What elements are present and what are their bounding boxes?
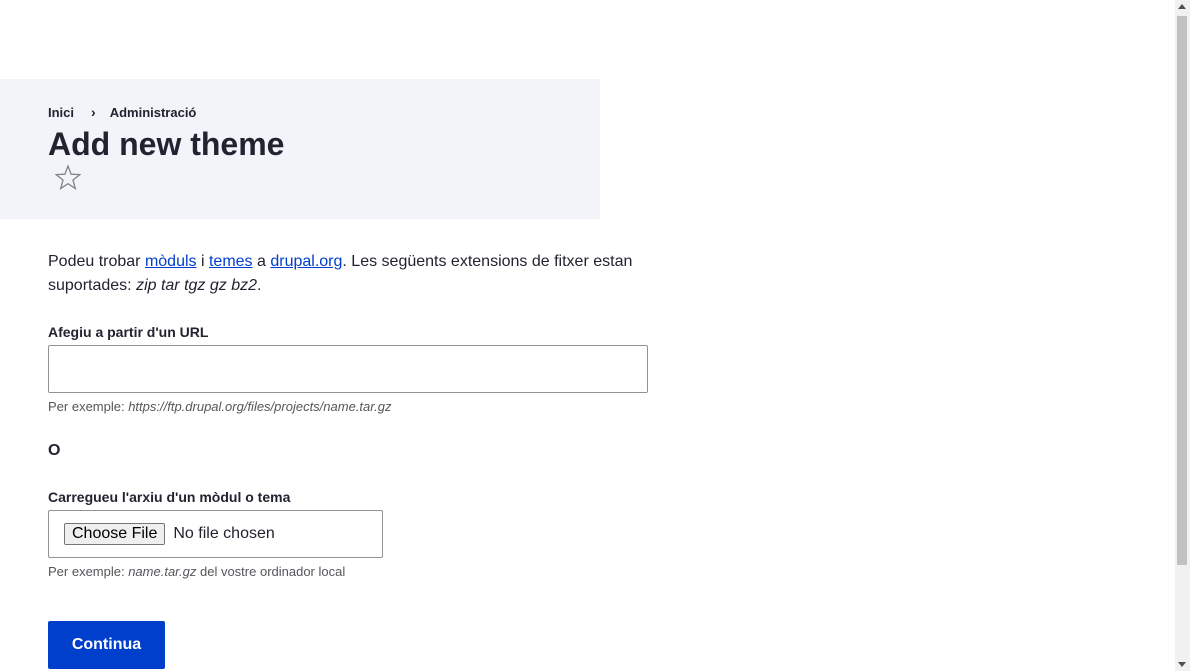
page-title: Add new theme	[48, 126, 285, 162]
continue-button[interactable]: Continua	[48, 621, 165, 669]
intro-text: Podeu trobar mòduls i temes a drupal.org…	[48, 250, 648, 298]
upload-field-label: Carregueu l'arxiu d'un mòdul o tema	[48, 489, 291, 505]
scroll-down-arrow-icon[interactable]	[1178, 662, 1186, 667]
url-description-example: https://ftp.drupal.org/files/projects/na…	[128, 399, 392, 414]
link-modules[interactable]: mòduls	[145, 253, 197, 270]
url-field-label: Afegiu a partir d'un URL	[48, 324, 209, 340]
page: Inici › Administració Add new theme Pode…	[0, 0, 1190, 671]
intro-between-1: i	[196, 253, 209, 270]
file-upload-field[interactable]: Choose File No file chosen	[48, 510, 383, 558]
upload-description-suffix: del vostre ordinador local	[196, 564, 346, 579]
vertical-scrollbar[interactable]	[1175, 0, 1190, 671]
scrollbar-thumb[interactable]	[1177, 16, 1187, 565]
intro-extensions: zip tar tgz gz bz2	[136, 277, 258, 294]
intro-prefix: Podeu trobar	[48, 253, 145, 270]
link-drupal-org[interactable]: drupal.org	[270, 253, 342, 270]
scroll-up-arrow-icon[interactable]	[1178, 4, 1186, 9]
breadcrumb-item-home[interactable]: Inici	[48, 105, 74, 120]
intro-between-2: a	[252, 253, 271, 270]
breadcrumb-item-administration[interactable]: Administració	[110, 105, 197, 120]
link-themes[interactable]: temes	[209, 253, 253, 270]
choose-file-button[interactable]: Choose File	[64, 523, 166, 545]
url-description-prefix: Per exemple:	[48, 399, 129, 414]
url-field-description: Per exemple: https://ftp.drupal.org/file…	[48, 399, 391, 414]
upload-description-example: name.tar.gz	[128, 564, 197, 579]
upload-field-description: Per exemple: name.tar.gz del vostre ordi…	[48, 564, 345, 579]
breadcrumb: Inici › Administració	[48, 104, 196, 120]
file-status: No file chosen	[173, 525, 275, 542]
url-input[interactable]	[48, 345, 648, 393]
or-divider: O	[48, 442, 61, 459]
star-outline-icon[interactable]	[55, 164, 81, 190]
intro-end: .	[257, 277, 262, 294]
upload-description-prefix: Per exemple:	[48, 564, 129, 579]
breadcrumb-separator: ›	[91, 104, 96, 120]
